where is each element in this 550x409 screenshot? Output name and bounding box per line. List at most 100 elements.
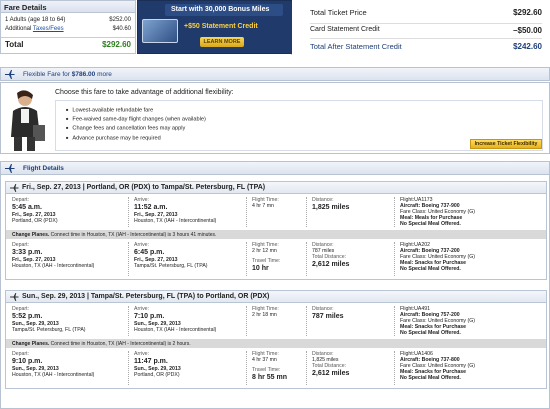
flight-details-panel: Fri., Sep. 27, 2013 | Portland, OR (PDX)…	[0, 174, 550, 409]
fare-details-panel: Fare Details 1 Adults (age 18 to 64) $25…	[0, 0, 136, 54]
additional-label: Additional	[5, 26, 32, 32]
flight-segment: Depart: 5:52 p.m. Sun., Sep. 29, 2013 Ta…	[6, 303, 546, 339]
depart-info: Depart: 9:10 p.m. Sun., Sep. 29, 2013 Ho…	[12, 351, 94, 378]
arrive-time: 7:10 p.m.	[134, 313, 165, 320]
flight-time-info: Flight Time: 4 hr 7 mn	[252, 197, 279, 209]
depart-time: 5:52 p.m.	[12, 313, 43, 320]
arrive-time: 6:45 p.m.	[134, 249, 165, 256]
trip-title: Fri., Sep. 27, 2013 | Portland, OR (PDX)…	[22, 184, 266, 191]
card-statement-credit-label: Card Statement Credit	[310, 26, 380, 33]
flight-segment: Depart: 9:10 p.m. Sun., Sep. 29, 2013 Ho…	[6, 348, 546, 388]
arrive-time: 11:47 p.m.	[134, 358, 168, 365]
card-promo-banner[interactable]: Start with 30,000 Bonus Miles +$50 State…	[137, 0, 303, 55]
total-ticket-price-label: Total Ticket Price	[310, 8, 367, 17]
column-divider	[128, 351, 129, 385]
flight-time-info: Flight Time: 4 hr 37 mn Travel Time: 8 h…	[252, 351, 287, 382]
depart-place: Portland, OR (PDX)	[12, 218, 58, 224]
flexible-fare-price: $786.00	[71, 71, 96, 78]
connection-label: Change Planes.	[12, 340, 50, 347]
total-row: Total $292.60	[1, 37, 135, 51]
arrive-info: Arrive: 11:47 p.m. Sun., Sep. 29, 2013 P…	[134, 351, 181, 378]
column-divider	[394, 242, 395, 276]
flexibility-features-list: Lowest-available refundable fare Fee-wai…	[66, 106, 206, 143]
distance-value: 787 miles	[312, 313, 344, 320]
arrive-place: Portland, OR (PDX)	[134, 372, 180, 378]
depart-info: Depart: 5:45 a.m. Fri., Sep. 27, 2013 Po…	[12, 197, 58, 224]
arrive-time: 11:52 a.m.	[134, 204, 168, 211]
flight-time-value: 2 hr 12 mn	[252, 248, 277, 254]
distance-info: Distance: 1,825 miles Total Distance: 2,…	[312, 351, 349, 378]
flight-time-value: 2 hr 18 mn	[252, 312, 277, 318]
flight-time-info: Flight Time: 2 hr 18 mn	[252, 306, 279, 318]
total-after-credit-value: $242.60	[513, 42, 542, 51]
column-divider	[394, 197, 395, 227]
depart-info: Depart: 3:33 p.m. Fri., Sep. 27, 2013 Ho…	[12, 242, 94, 269]
increase-ticket-flexibility-button[interactable]: Increase Ticket Flexibility	[470, 139, 542, 149]
feature-item: Fee-waived same-day flight changes (when…	[66, 115, 205, 124]
adults-label: 1 Adults (age 18 to 64)	[5, 17, 66, 23]
special-meal: No Special Meal Offered.	[400, 266, 461, 272]
column-divider	[306, 306, 307, 336]
depart-place: Houston, TX (IAH - Intercontinental)	[12, 372, 95, 378]
airplane-icon	[10, 184, 19, 192]
total-value: $292.60	[102, 40, 131, 49]
total-after-credit-label: Total After Statement Credit	[310, 42, 402, 51]
airplane-icon	[5, 164, 15, 173]
depart-time: 3:33 p.m.	[12, 249, 43, 256]
distance-info: Distance: 1,825 miles	[312, 197, 349, 212]
column-divider	[306, 197, 307, 227]
flight-details-title: Flight Details	[23, 165, 64, 172]
flight-segment: Depart: 3:33 p.m. Fri., Sep. 27, 2013 Ho…	[6, 239, 546, 279]
trip-header: Sun., Sep. 29, 2013 | Tampa/St. Petersbu…	[6, 291, 546, 303]
adults-row: 1 Adults (age 18 to 64) $252.00	[1, 16, 135, 25]
flight-details-header[interactable]: Flight Details	[0, 161, 550, 175]
column-divider	[128, 197, 129, 227]
column-divider	[394, 351, 395, 385]
flight-segment: Depart: 5:45 a.m. Fri., Sep. 27, 2013 Po…	[6, 194, 546, 230]
connection-text: Connect time in Houston, TX (IAH - Inter…	[49, 231, 217, 238]
arrive-info: Arrive: 6:45 p.m. Fri., Sep. 27, 2013 Ta…	[134, 242, 208, 269]
feature-item: Change fees and cancellation fees may ap…	[66, 124, 206, 133]
total-ticket-price-row: Total Ticket Price $292.60	[310, 8, 542, 17]
flight-info: Flight:UA491 Aircraft: Boeing 757-200 Fa…	[400, 306, 475, 336]
travel-time-value: 8 hr 55 mn	[252, 374, 288, 381]
depart-time: 9:10 p.m.	[12, 358, 43, 365]
taxes-fees-link[interactable]: Taxes/Fees	[33, 26, 64, 32]
column-divider	[394, 306, 395, 336]
feature-item: Lowest-available refundable fare	[66, 106, 206, 115]
additional-value: $40.60	[112, 26, 131, 32]
additional-row: Additional Taxes/Fees $40.60	[1, 25, 135, 34]
column-divider	[128, 242, 129, 276]
flight-info: Flight:UA202 Aircraft: Boeing 737-200 Fa…	[400, 242, 475, 272]
column-divider	[306, 351, 307, 385]
flexible-fare-header[interactable]: Flexible Fare for $786.00 more	[0, 67, 550, 81]
arrive-place: Tampa/St. Petersburg, FL (TPA)	[134, 263, 208, 269]
trip-header: Fri., Sep. 27, 2013 | Portland, OR (PDX)…	[6, 182, 546, 194]
special-meal: No Special Meal Offered.	[400, 375, 461, 381]
travel-time-value: 10 hr	[252, 265, 269, 272]
bonus-miles-banner: Start with 30,000 Bonus Miles	[165, 4, 283, 16]
flexible-fare-prefix: Flexible Fare for	[23, 71, 72, 78]
learn-more-button[interactable]: LEARN MORE	[200, 37, 244, 47]
arrive-info: Arrive: 11:52 a.m. Fri., Sep. 27, 2013 H…	[134, 197, 216, 224]
depart-place: Tampa/St. Petersburg, FL (TPA)	[12, 327, 86, 333]
special-meal: No Special Meal Offered.	[400, 330, 461, 336]
flight-time-info: Flight Time: 2 hr 12 mn Travel Time: 10 …	[252, 242, 280, 273]
connection-notice: Change Planes. Connect time in Houston, …	[6, 230, 546, 239]
column-divider	[128, 306, 129, 336]
connection-label: Change Planes.	[12, 231, 50, 238]
total-distance-value: 2,612 miles	[312, 370, 350, 377]
depart-time: 5:45 a.m.	[12, 204, 42, 211]
arrive-place: Houston, TX (IAH - Intercontinental)	[134, 327, 217, 333]
flight-time-value: 4 hr 7 mn	[252, 203, 274, 209]
special-meal: No Special Meal Offered.	[400, 221, 461, 227]
card-statement-credit-value: –$50.00	[513, 26, 542, 35]
distance-info: Distance: 787 miles Total Distance: 2,61…	[312, 242, 349, 269]
connection-notice: Change Planes. Connect time in Houston, …	[6, 339, 546, 348]
fare-details-title: Fare Details	[1, 1, 135, 13]
column-divider	[246, 242, 247, 276]
adults-value: $252.00	[109, 17, 131, 23]
column-divider	[306, 242, 307, 276]
column-divider	[246, 306, 247, 336]
flight-info: Flight:UA1406 Aircraft: Boeing 737-800 F…	[400, 351, 475, 381]
